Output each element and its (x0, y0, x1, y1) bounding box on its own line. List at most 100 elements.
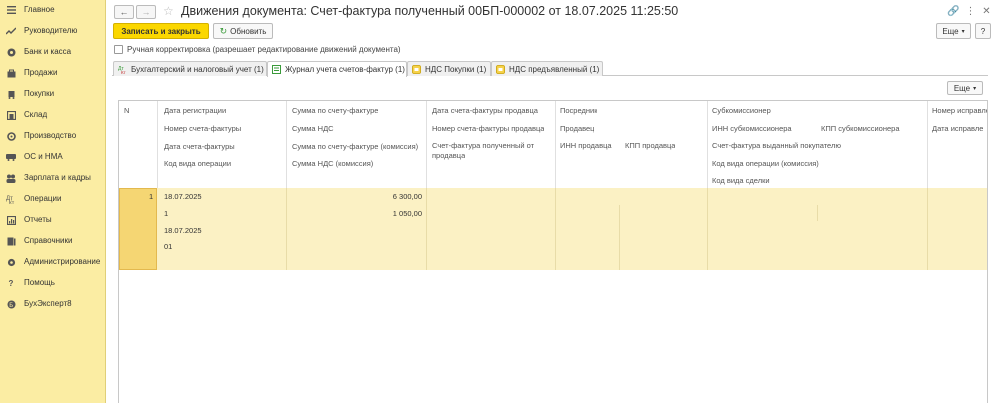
tab-label: Журнал учета счетов-фактур (1) (285, 65, 405, 74)
more-label: Еще (942, 26, 959, 36)
col-separator (157, 101, 158, 188)
col-header[interactable]: КПП продавца (625, 141, 675, 150)
assets-icon (6, 152, 16, 162)
link-icon[interactable]: 🔗 (947, 5, 960, 18)
register-icon (496, 64, 505, 74)
tab-vat-purchases[interactable]: НДС Покупки (1) (407, 61, 491, 76)
people-icon (6, 173, 16, 183)
col-header[interactable]: ИНН субкомиссионера (712, 124, 792, 133)
col-header[interactable]: Сумма НДС (292, 124, 334, 133)
refresh-icon: ↻ (219, 25, 228, 36)
journal-icon (272, 65, 281, 74)
sidebar-item-main[interactable]: Главное (0, 0, 106, 20)
cell-date-registration: 18.07.2025 (164, 192, 202, 201)
cell-operation-code: 01 (164, 242, 173, 251)
admin-gear-icon (6, 257, 16, 267)
col-header[interactable]: Код вида операции (комиссия) (712, 159, 819, 168)
sidebar-item-reports[interactable]: Отчеты (0, 210, 106, 230)
col-header[interactable]: продавца (432, 151, 465, 160)
refresh-button[interactable]: ↻ Обновить (213, 23, 273, 39)
col-header[interactable]: Номер счета-фактуры продавца (432, 124, 544, 133)
sidebar-item-operations[interactable]: Дт Кт Операции (0, 189, 106, 209)
col-separator (555, 101, 556, 188)
accounting-register-icon: Дт Кт (118, 65, 127, 74)
sidebar-item-purchases[interactable]: Покупки (0, 84, 106, 104)
arrow-right-icon: → (141, 7, 151, 17)
col-header[interactable]: Код вида операции (164, 159, 231, 168)
col-header[interactable]: Посредник (560, 106, 597, 115)
cell-separator (817, 205, 818, 221)
sidebar-item-sales[interactable]: Продажи (0, 63, 106, 83)
help-button[interactable]: ? (975, 23, 991, 39)
sidebar-item-assets[interactable]: ОС и НМА (0, 147, 106, 167)
cell-separator (286, 188, 287, 270)
sidebar-item-manager[interactable]: Руководителю (0, 21, 106, 41)
col-separator (286, 101, 287, 188)
col-header[interactable]: ИНН продавца (560, 141, 612, 150)
col-separator (707, 101, 708, 188)
col-separator (927, 101, 928, 188)
col-header[interactable]: Дата счета-фактуры продавца (432, 106, 538, 115)
sidebar-item-admin[interactable]: Администрирование (0, 252, 106, 272)
menu-icon (6, 5, 16, 15)
tab-invoice-journal[interactable]: Журнал учета счетов-фактур (1) (267, 61, 407, 77)
cell-vat-amount: 1 050,00 (392, 209, 422, 218)
col-header[interactable]: Дата регистрации (164, 106, 226, 115)
sidebar-item-warehouse[interactable]: Склад (0, 105, 106, 125)
cell-separator (707, 188, 708, 270)
col-header[interactable]: Дата счета-фактуры (164, 142, 235, 151)
col-header[interactable]: Продавец (560, 124, 594, 133)
sidebar-item-catalogs[interactable]: Справочники (0, 231, 106, 251)
col-header[interactable]: Дата исправле (932, 124, 983, 133)
tab-vat-presented[interactable]: НДС предъявленный (1) (491, 61, 603, 76)
reports-icon (6, 215, 16, 225)
sidebar: Главное Руководителю Банк и касса Продаж… (0, 0, 106, 403)
table-row[interactable] (119, 188, 987, 270)
svg-text:Б: Б (9, 303, 13, 309)
save-and-close-button[interactable]: Записать и закрыть (113, 23, 209, 39)
cell-invoice-number: 1 (164, 209, 169, 218)
row-number: 1 (149, 192, 154, 201)
cell-separator (426, 188, 427, 270)
table-more-button[interactable]: Еще ▾ (947, 81, 983, 95)
tab-label: НДС предъявленный (1) (509, 64, 600, 74)
col-header[interactable]: Номер счета-фактуры (164, 124, 241, 133)
chevron-down-icon: ▾ (973, 85, 977, 92)
svg-text:Кт: Кт (9, 200, 15, 204)
manual-correction-label: Ручная корректировка (разрешает редактир… (127, 45, 401, 54)
warehouse-icon (6, 110, 16, 120)
page-title: Движения документа: Счет-фактура получен… (181, 4, 679, 18)
col-header[interactable]: Счет-фактура полученный от (432, 141, 534, 150)
shopping-cart-icon (6, 89, 16, 99)
sales-bag-icon (6, 68, 16, 78)
more-label: Еще (953, 83, 971, 93)
sidebar-item-help[interactable]: ? Помощь (0, 273, 106, 293)
sidebar-item-bank[interactable]: Банк и касса (0, 42, 106, 62)
sidebar-item-salary[interactable]: Зарплата и кадры (0, 168, 106, 188)
col-header[interactable]: КПП субкомиссионера (821, 124, 900, 133)
col-header[interactable]: Код вида сделки (712, 176, 770, 185)
forward-button[interactable]: → (136, 5, 156, 19)
register-icon (412, 64, 421, 74)
close-icon[interactable]: ✕ (980, 5, 993, 18)
arrow-left-icon: ← (119, 7, 129, 17)
bank-icon (6, 47, 16, 57)
col-header[interactable]: Субкомиссионер (712, 106, 771, 115)
favorite-star-icon[interactable]: ☆ (163, 4, 174, 18)
col-header-n: N (124, 106, 130, 115)
back-button[interactable]: ← (114, 5, 134, 19)
col-header[interactable]: Сумма по счету-фактуре (комиссия) (292, 142, 418, 151)
manual-correction-checkbox[interactable] (114, 45, 123, 54)
chart-trend-icon (6, 26, 16, 36)
more-button[interactable]: Еще ▾ (936, 23, 971, 39)
tab-accounting[interactable]: Дт Кт Бухгалтерский и налоговый учет (1) (113, 61, 267, 76)
sidebar-item-production[interactable]: Производство (0, 126, 106, 146)
refresh-label: Обновить (230, 26, 267, 36)
sidebar-item-expert[interactable]: Б БухЭксперт8 (0, 294, 106, 314)
more-vertical-icon[interactable]: ⋮ (964, 5, 977, 18)
chevron-down-icon: ▾ (961, 28, 965, 35)
col-header[interactable]: Номер исправле (932, 106, 987, 115)
col-header[interactable]: Счет-фактура выданный покупателю (712, 141, 841, 150)
col-header[interactable]: Сумма по счету-фактуре (292, 106, 378, 115)
col-header[interactable]: Сумма НДС (комиссия) (292, 159, 373, 168)
